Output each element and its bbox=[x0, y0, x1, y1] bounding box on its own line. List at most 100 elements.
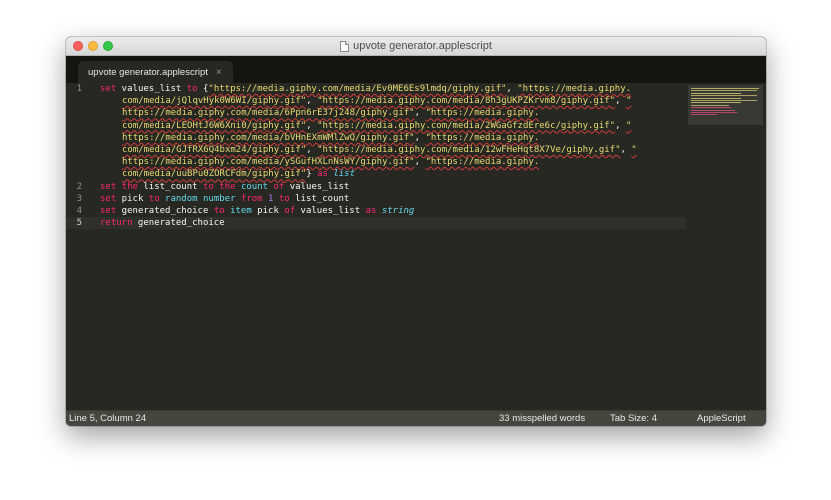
code-token: as bbox=[317, 169, 328, 180]
code-token: list_count bbox=[289, 193, 350, 204]
code-token: the bbox=[121, 181, 138, 192]
code-token: values_list bbox=[284, 181, 350, 192]
line-number: 2 bbox=[76, 181, 82, 192]
code-line[interactable]: 2 set the list_count to the count of valu… bbox=[66, 181, 686, 193]
window-title-group: upvote generator.applescript bbox=[340, 40, 492, 52]
code-token: com/media/LEOHtJ6W6Xni0/giphy.gif" bbox=[122, 120, 307, 131]
minimap-line bbox=[691, 107, 731, 109]
code-token: pick bbox=[251, 205, 285, 216]
code-token: com/media/uuBPu0ZORCFdm/giphy.gif" bbox=[122, 169, 307, 180]
code-token: " bbox=[631, 144, 637, 155]
code-text: com/media/jQlqvHyk0W6WI/giphy.gif", "htt… bbox=[122, 95, 631, 107]
code-token: the bbox=[219, 181, 236, 192]
code-token: return bbox=[100, 218, 133, 229]
code-token: , bbox=[414, 157, 426, 168]
code-token: set bbox=[100, 181, 117, 192]
code-text: set generated_choice to item pick of val… bbox=[100, 205, 414, 217]
code-token: , bbox=[506, 84, 518, 94]
document-proxy-icon[interactable] bbox=[340, 40, 350, 52]
code-editor[interactable]: 1 set values_list to {"https://media.giph… bbox=[66, 83, 766, 410]
code-token: values_list bbox=[116, 84, 187, 94]
code-token: "https://media.giphy.com/media/8h3gUKPZK… bbox=[317, 96, 616, 107]
code-token: , bbox=[306, 144, 318, 155]
syntax-selector[interactable]: AppleScript bbox=[697, 413, 746, 424]
code-token: https://media.giphy.com/media/ySGufHXLnN… bbox=[122, 157, 415, 168]
minimap-line bbox=[691, 112, 737, 113]
desktop: upvote generator.applescript upvote gene… bbox=[0, 0, 831, 500]
minimize-window-icon[interactable] bbox=[88, 41, 98, 51]
code-line[interactable]: com/media/GJfRX6Q4bxm24/giphy.gif", "htt… bbox=[66, 144, 686, 156]
title-bar[interactable]: upvote generator.applescript bbox=[66, 37, 766, 56]
code-token: "https://media.giphy. bbox=[425, 157, 540, 168]
tab-close-icon[interactable]: × bbox=[216, 67, 222, 78]
status-bar: Line 5, Column 24 33 misspelled words Ta… bbox=[66, 410, 766, 426]
code-text: https://media.giphy.com/media/ySGufHXLnN… bbox=[122, 156, 539, 168]
minimap-line bbox=[691, 114, 717, 116]
code-token: from bbox=[240, 193, 263, 204]
code-token: { bbox=[197, 84, 209, 94]
code-line[interactable]: 4 set generated_choice to item pick of va… bbox=[66, 205, 686, 217]
code-token: set bbox=[100, 84, 117, 94]
code-token: https://media.giphy.com/media/bVHnEXmWMl… bbox=[122, 132, 415, 143]
cursor-position[interactable]: Line 5, Column 24 bbox=[69, 413, 146, 424]
code-token: com/media/GJfRX6Q4bxm24/giphy.gif" bbox=[122, 144, 307, 155]
tab-size-selector[interactable]: Tab Size: 4 bbox=[610, 413, 657, 424]
code-token: } bbox=[306, 169, 318, 180]
spelling-status[interactable]: 33 misspelled words bbox=[499, 413, 585, 424]
code-token: "https://media.giphy. bbox=[425, 108, 540, 119]
line-number: 4 bbox=[76, 205, 82, 216]
code-token: count bbox=[240, 181, 269, 192]
code-line[interactable]: https://media.giphy.com/media/6Ppn6rE37j… bbox=[66, 107, 686, 119]
tab-bar: upvote generator.applescript × bbox=[66, 56, 766, 83]
code-token: " bbox=[625, 120, 632, 131]
code-line[interactable]: https://media.giphy.com/media/bVHnEXmWMl… bbox=[66, 132, 686, 144]
code-token: "https://media.giphy.com/media/12wFHeHqt… bbox=[317, 144, 621, 155]
code-token: , bbox=[414, 108, 426, 119]
code-text: com/media/uuBPu0ZORCFdm/giphy.gif"} as l… bbox=[122, 168, 355, 180]
line-number: 5 bbox=[76, 218, 82, 229]
code-token: com/media/jQlqvHyk0W6WI/giphy.gif" bbox=[122, 96, 307, 107]
code-area[interactable]: 1 set values_list to {"https://media.giph… bbox=[66, 83, 686, 230]
code-text: com/media/GJfRX6Q4bxm24/giphy.gif", "htt… bbox=[122, 144, 637, 156]
code-token: list_count bbox=[137, 181, 203, 192]
tab-label: upvote generator.applescript bbox=[88, 66, 208, 78]
code-token: "https://media.giphy. bbox=[425, 132, 540, 143]
code-text: set the list_count to the count of value… bbox=[100, 181, 349, 193]
minimap-line bbox=[691, 109, 735, 111]
code-line[interactable]: com/media/uuBPu0ZORCFdm/giphy.gif"} as l… bbox=[66, 168, 686, 180]
minimap-line bbox=[691, 95, 757, 97]
code-token: item bbox=[230, 205, 252, 216]
code-token: "https://media.giphy. bbox=[517, 84, 632, 94]
code-text: com/media/LEOHtJ6W6Xni0/giphy.gif", "htt… bbox=[122, 120, 631, 132]
code-text: https://media.giphy.com/media/bVHnEXmWMl… bbox=[122, 132, 539, 144]
code-line[interactable]: https://media.giphy.com/media/ySGufHXLnN… bbox=[66, 156, 686, 168]
tab-upvote-generator[interactable]: upvote generator.applescript × bbox=[78, 61, 233, 83]
code-text: set values_list to {"https://media.giphy… bbox=[100, 83, 631, 95]
code-line[interactable]: 1 set values_list to {"https://media.giph… bbox=[66, 83, 686, 95]
code-text: return generated_choice bbox=[100, 217, 225, 229]
code-token: as bbox=[365, 205, 377, 216]
code-token: to bbox=[148, 193, 160, 204]
code-token: pick bbox=[116, 193, 149, 204]
code-line[interactable]: 3 set pick to random number from 1 to lis… bbox=[66, 193, 686, 205]
code-token: of bbox=[284, 205, 296, 216]
code-token: generated_choice bbox=[132, 218, 225, 229]
code-token: "https://media.giphy.com/media/Ev0ME6Es9… bbox=[208, 84, 507, 94]
code-token: , bbox=[615, 120, 626, 131]
zoom-window-icon[interactable] bbox=[103, 41, 113, 51]
window-title: upvote generator.applescript bbox=[353, 40, 492, 52]
code-text: set pick to random number from 1 to list… bbox=[100, 193, 349, 205]
editor-window: upvote generator.applescript upvote gene… bbox=[66, 37, 766, 426]
code-line[interactable]: com/media/jQlqvHyk0W6WI/giphy.gif", "htt… bbox=[66, 95, 686, 107]
minimap-line bbox=[691, 104, 729, 106]
minimap-line bbox=[691, 88, 759, 89]
code-token: set bbox=[100, 205, 117, 216]
code-line[interactable]: com/media/LEOHtJ6W6Xni0/giphy.gif", "htt… bbox=[66, 120, 686, 132]
minimap[interactable] bbox=[688, 85, 763, 125]
minimap-line bbox=[691, 102, 741, 104]
code-line[interactable]: 5 return generated_choice bbox=[66, 217, 686, 230]
minimap-line bbox=[691, 97, 741, 99]
minimap-line bbox=[691, 92, 741, 94]
close-window-icon[interactable] bbox=[73, 41, 83, 51]
code-token: string bbox=[381, 205, 415, 216]
